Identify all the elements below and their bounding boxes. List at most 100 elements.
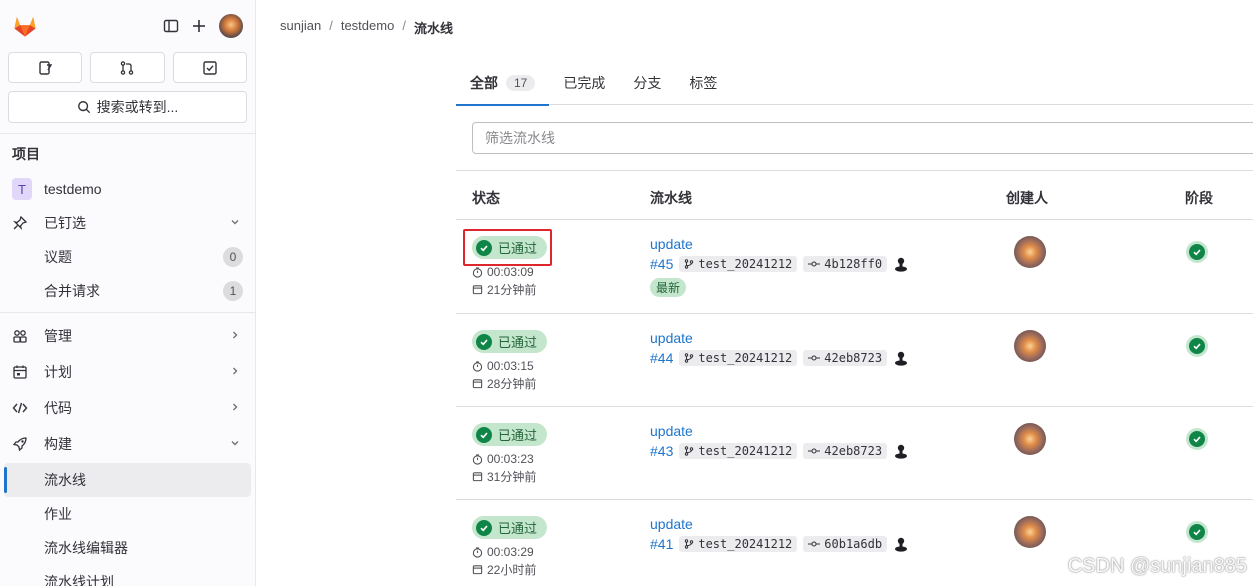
status-label: 已通过 <box>498 241 538 256</box>
branch-chip[interactable]: test_20241212 <box>679 443 798 459</box>
duration-text: 00:03:15 <box>487 359 534 373</box>
stage-status-button[interactable] <box>1186 428 1208 450</box>
commit-chip[interactable]: 42eb8723 <box>803 350 888 366</box>
user-avatar[interactable] <box>219 14 243 38</box>
tab-all[interactable]: 全部 17 <box>456 60 550 106</box>
pipeline-title-link[interactable]: update <box>650 330 693 346</box>
table-row: 已通过 00:03:09 21分钟前 update #45 test_20241… <box>456 220 1253 314</box>
commit-chip[interactable]: 42eb8723 <box>803 443 888 459</box>
sidebar-item-plan[interactable]: 计划 <box>0 355 255 389</box>
finished-time: 31分钟前 <box>472 468 536 485</box>
pipeline-id-link[interactable]: #44 <box>650 350 673 366</box>
branch-icon <box>685 446 694 456</box>
calendar-icon <box>12 364 32 380</box>
breadcrumb: sunjian / testdemo / 流水线 <box>280 18 453 37</box>
sidebar-item-pipelines[interactable]: 流水线 <box>4 463 251 497</box>
trigger-user-icon <box>895 537 908 552</box>
table-row: 已通过 00:03:15 28分钟前 update #44 test_20241… <box>456 314 1253 407</box>
creator-avatar[interactable] <box>1014 236 1046 268</box>
branch-chip[interactable]: test_20241212 <box>679 536 798 552</box>
chevron-right-icon <box>229 365 241 380</box>
filter-pipelines-input[interactable]: 筛选流水线 <box>472 122 1253 154</box>
search-button[interactable]: 搜索或转到... <box>8 91 247 123</box>
tab-tags[interactable]: 标签 <box>675 60 731 105</box>
sidebar-item-pinned[interactable]: 已钉选 <box>0 206 255 240</box>
merge-requests-button[interactable] <box>90 52 165 83</box>
check-circle-icon <box>1189 524 1205 540</box>
status-badge[interactable]: 已通过 <box>472 516 548 539</box>
branch-chip[interactable]: test_20241212 <box>679 256 798 272</box>
tab-label: 已完成 <box>563 74 606 91</box>
app: 搜索或转到... 项目 T testdemo 已钉选 议题 0 合并请求 1 管… <box>0 0 1253 586</box>
stage-status-button[interactable] <box>1186 521 1208 543</box>
sidebar-header <box>0 0 255 52</box>
branch-icon <box>685 353 694 363</box>
duration: 00:03:15 <box>472 359 534 373</box>
sidebar-item-manage[interactable]: 管理 <box>0 319 255 353</box>
status-badge[interactable]: 已通过 <box>472 330 548 353</box>
timer-icon <box>472 360 483 372</box>
sidebar-item-label: 构建 <box>44 436 72 452</box>
column-header-status: 状态 <box>472 190 500 206</box>
table-header: 状态 流水线 创建人 阶段 <box>456 170 1253 220</box>
plus-icon[interactable] <box>185 12 213 40</box>
sidebar-item-jobs[interactable]: 作业 <box>0 497 255 531</box>
duration: 00:03:23 <box>472 452 534 466</box>
pipeline-title-link[interactable]: update <box>650 236 693 252</box>
sidebar-item-pipeline-editor[interactable]: 流水线编辑器 <box>0 531 255 565</box>
status-badge[interactable]: 已通过 <box>472 236 548 259</box>
pipeline-id-link[interactable]: #41 <box>650 536 673 552</box>
sidebar-project-testdemo[interactable]: T testdemo <box>0 172 255 206</box>
pipeline-id-link[interactable]: #45 <box>650 256 673 272</box>
sidebar-toggle-icon[interactable] <box>157 12 185 40</box>
sidebar-section-title: 项目 <box>12 146 40 162</box>
timer-icon <box>472 546 483 558</box>
finished-time-text: 31分钟前 <box>487 470 537 484</box>
status-badge[interactable]: 已通过 <box>472 423 548 446</box>
commit-chip[interactable]: 60b1a6db <box>803 536 888 552</box>
count-badge: 1 <box>223 281 243 301</box>
todos-button[interactable] <box>172 52 247 83</box>
sidebar-item-label: 议题 <box>44 249 72 265</box>
creator-avatar[interactable] <box>1014 423 1046 455</box>
commit-icon <box>808 448 821 454</box>
pipeline-id-link[interactable]: #43 <box>650 443 673 459</box>
sidebar-item-label: 流水线 <box>44 472 86 488</box>
stage-status-button[interactable] <box>1186 241 1208 263</box>
tab-finished[interactable]: 已完成 <box>549 60 619 105</box>
creator-avatar[interactable] <box>1014 516 1046 548</box>
sidebar-divider <box>0 133 255 134</box>
check-circle-icon <box>476 333 492 350</box>
column-header-pipeline: 流水线 <box>650 190 692 206</box>
trigger-user-icon <box>895 444 908 459</box>
sidebar-item-build[interactable]: 构建 <box>0 427 255 461</box>
count-badge: 0 <box>223 247 243 267</box>
pipeline-title-link[interactable]: update <box>650 423 693 439</box>
creator-avatar[interactable] <box>1014 330 1046 362</box>
sidebar-item-issues[interactable]: 议题 0 <box>0 240 255 274</box>
breadcrumb-item[interactable]: testdemo <box>341 18 394 37</box>
trigger-user-icon <box>895 257 908 272</box>
branch-name: test_20241212 <box>698 444 793 458</box>
branch-icon <box>685 539 694 549</box>
duration: 00:03:09 <box>472 265 534 279</box>
pipeline-title-link[interactable]: update <box>650 516 693 532</box>
issues-icon <box>39 60 53 75</box>
trigger-user-icon <box>895 351 908 366</box>
chevron-right-icon <box>229 401 241 416</box>
sidebar-item-pipeline-schedules[interactable]: 流水线计划 <box>0 565 255 586</box>
branch-chip[interactable]: test_20241212 <box>679 350 798 366</box>
sidebar-item-code[interactable]: 代码 <box>0 391 255 425</box>
breadcrumb-current[interactable]: 流水线 <box>414 18 453 37</box>
breadcrumb-item[interactable]: sunjian <box>280 18 321 37</box>
latest-badge: 最新 <box>650 278 687 297</box>
search-label: 搜索或转到... <box>96 99 179 115</box>
sidebar-quick-buttons <box>0 52 255 83</box>
commit-chip[interactable]: 4b128ff0 <box>803 256 888 272</box>
calendar-icon <box>472 565 483 575</box>
sidebar-item-merge-requests[interactable]: 合并请求 1 <box>0 274 255 308</box>
stage-status-button[interactable] <box>1186 335 1208 357</box>
gitlab-logo-icon[interactable] <box>12 13 38 39</box>
issues-button[interactable] <box>8 52 83 83</box>
tab-branches[interactable]: 分支 <box>619 60 675 105</box>
